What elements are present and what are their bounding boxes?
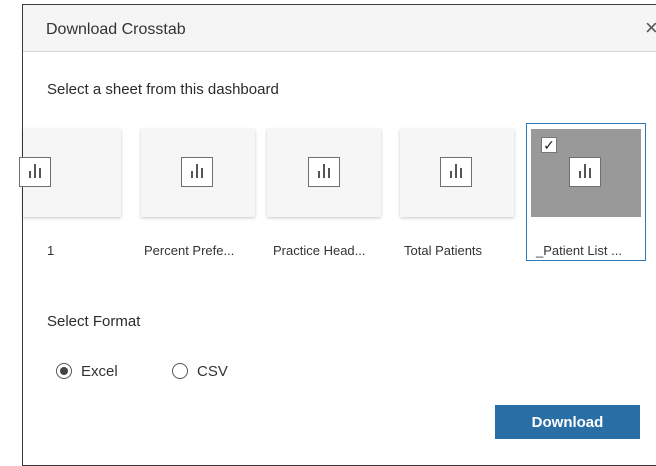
- sheet-label-1[interactable]: 1: [47, 243, 54, 258]
- bar-chart-icon: [440, 157, 472, 187]
- sheet-label-percent-preferred[interactable]: Percent Prefe...: [144, 243, 234, 258]
- sheet-thumbnail-1[interactable]: [19, 129, 121, 217]
- bar-chart-icon: [308, 157, 340, 187]
- bar-chart-icon: [569, 157, 601, 187]
- sheet-thumbnail-patient-list[interactable]: ✓: [531, 129, 641, 217]
- format-option-label[interactable]: Excel: [81, 363, 118, 380]
- format-label: Select Format: [47, 313, 141, 330]
- format-option-csv[interactable]: CSV: [172, 362, 242, 382]
- radio-button-selected[interactable]: [56, 363, 72, 379]
- radio-button-unselected[interactable]: [172, 363, 188, 379]
- sheet-label-total-patients[interactable]: Total Patients: [404, 243, 482, 258]
- close-icon[interactable]: ×: [645, 15, 656, 41]
- sheet-thumbnail-practice-head[interactable]: [267, 129, 381, 217]
- format-option-label[interactable]: CSV: [197, 363, 228, 380]
- bar-chart-icon: [19, 157, 51, 187]
- bar-chart-icon: [181, 157, 213, 187]
- dialog-header: Download Crosstab ×: [23, 5, 656, 52]
- download-crosstab-dialog: Download Crosstab × Select a sheet from …: [19, 4, 656, 466]
- sheet-thumbnail-total-patients[interactable]: [400, 129, 514, 217]
- checkbox-checked[interactable]: ✓: [541, 137, 557, 153]
- sheet-selected-frame[interactable]: ✓ _Patient List ...: [526, 123, 646, 261]
- sheet-label-practice-head[interactable]: Practice Head...: [273, 243, 366, 258]
- sheet-label-patient-list[interactable]: _Patient List ...: [536, 243, 622, 258]
- sheet-thumbnail-percent-preferred[interactable]: [141, 129, 255, 217]
- format-option-excel[interactable]: Excel: [56, 362, 136, 382]
- dialog-title: Download Crosstab: [46, 21, 186, 38]
- sheet-prompt: Select a sheet from this dashboard: [47, 81, 279, 98]
- download-button[interactable]: Download: [495, 405, 640, 439]
